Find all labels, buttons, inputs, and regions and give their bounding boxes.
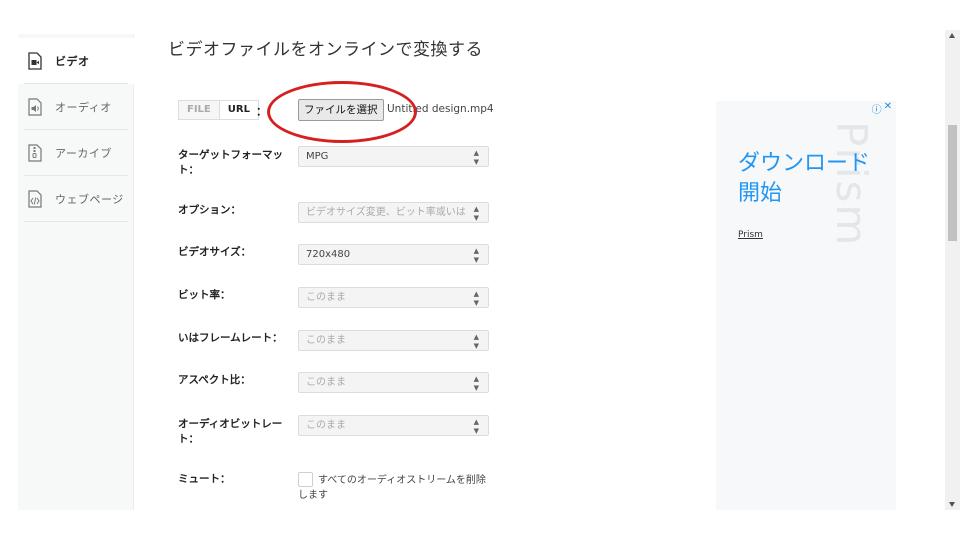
divider [24,221,128,222]
audio-bitrate-select[interactable]: このまま ▲ ▼ [298,415,489,436]
sort-arrows-icon: ▲ ▼ [473,333,479,350]
active-indicator [126,53,134,69]
scrollbar[interactable] [945,30,960,510]
ad-brand-link[interactable]: Prism [738,230,763,240]
sidebar-item-archive[interactable]: アーカイブ [18,130,134,176]
audio-bitrate-label: オーディオビットレート： [178,418,283,445]
select-value: このまま [306,377,346,388]
selected-file-name: Untitled design.mp4 [387,103,494,115]
sort-arrows-icon: ▲ ▼ [473,418,479,435]
options-select[interactable]: ビデオサイズ変更、ビット率或いは ▲ ▼ [298,202,489,223]
scroll-thumb[interactable] [948,125,957,241]
framerate-label: いはフレームレート： [178,332,283,344]
sidebar-item-label: ウェブページ [55,193,124,206]
audio-file-icon [28,98,42,116]
select-value: MPG [306,151,329,162]
page-title: ビデオファイルをオンラインで変換する [168,40,483,60]
ad-headline[interactable]: ダウンロード開始 [738,149,888,209]
select-value: このまま [306,335,346,346]
close-icon[interactable]: ✕ [884,101,892,116]
info-icon[interactable]: ⓘ [872,101,882,116]
sidebar-item-audio[interactable]: オーディオ [18,84,134,130]
sidebar-item-webpage[interactable]: ウェブページ [18,176,134,222]
sidebar-item-label: オーディオ [55,101,112,114]
select-value: ビデオサイズ変更、ビット率或いは [306,207,466,218]
tab-file[interactable]: FILE [178,100,220,120]
sort-arrows-icon: ▲ ▼ [473,149,479,166]
target-format-label: ターゲットフォーマット： [178,149,283,176]
sort-arrows-icon: ▲ ▼ [473,247,479,264]
ad-banner[interactable]: Prism ⓘ ✕ ダウンロード開始 Prism [716,101,896,510]
aspect-select[interactable]: このまま ▲ ▼ [298,372,489,393]
sidebar-item-video[interactable]: ビデオ [18,38,134,84]
sidebar: ビデオ オーディオ アーカイブ ウェブページ [18,34,134,510]
video-file-icon [28,52,42,70]
mute-label: ミュート： [178,473,231,485]
framerate-select[interactable]: このまま ▲ ▼ [298,330,489,351]
choose-file-button[interactable]: ファイルを選択 [298,99,384,121]
scroll-up-icon[interactable] [949,33,955,38]
scroll-down-icon[interactable] [949,502,955,507]
tab-url[interactable]: URL [219,100,259,120]
target-format-select[interactable]: MPG ▲ ▼ [298,146,489,167]
sidebar-item-label: ビデオ [55,55,90,68]
archive-file-icon [28,144,42,162]
webpage-file-icon [28,190,42,208]
mute-checkbox-label: すべてのオーディオストリームを削除します [298,475,486,501]
aspect-label: アスペクト比： [178,374,251,386]
bitrate-label: ビット率： [178,289,231,301]
select-value: このまま [306,420,346,431]
bitrate-select[interactable]: このまま ▲ ▼ [298,287,489,308]
sort-arrows-icon: ▲ ▼ [473,205,479,222]
select-value: 720x480 [306,249,351,260]
source-colon: ： [256,105,267,118]
select-value: このまま [306,292,346,303]
sidebar-item-label: アーカイブ [55,147,112,160]
ad-controls: ⓘ ✕ [872,101,892,116]
sort-arrows-icon: ▲ ▼ [473,375,479,392]
sort-arrows-icon: ▲ ▼ [473,290,479,307]
source-tabs: FILE URL [178,100,259,120]
options-label: オプション： [178,204,241,216]
video-size-label: ビデオサイズ： [178,246,252,258]
video-size-select[interactable]: 720x480 ▲ ▼ [298,244,489,265]
